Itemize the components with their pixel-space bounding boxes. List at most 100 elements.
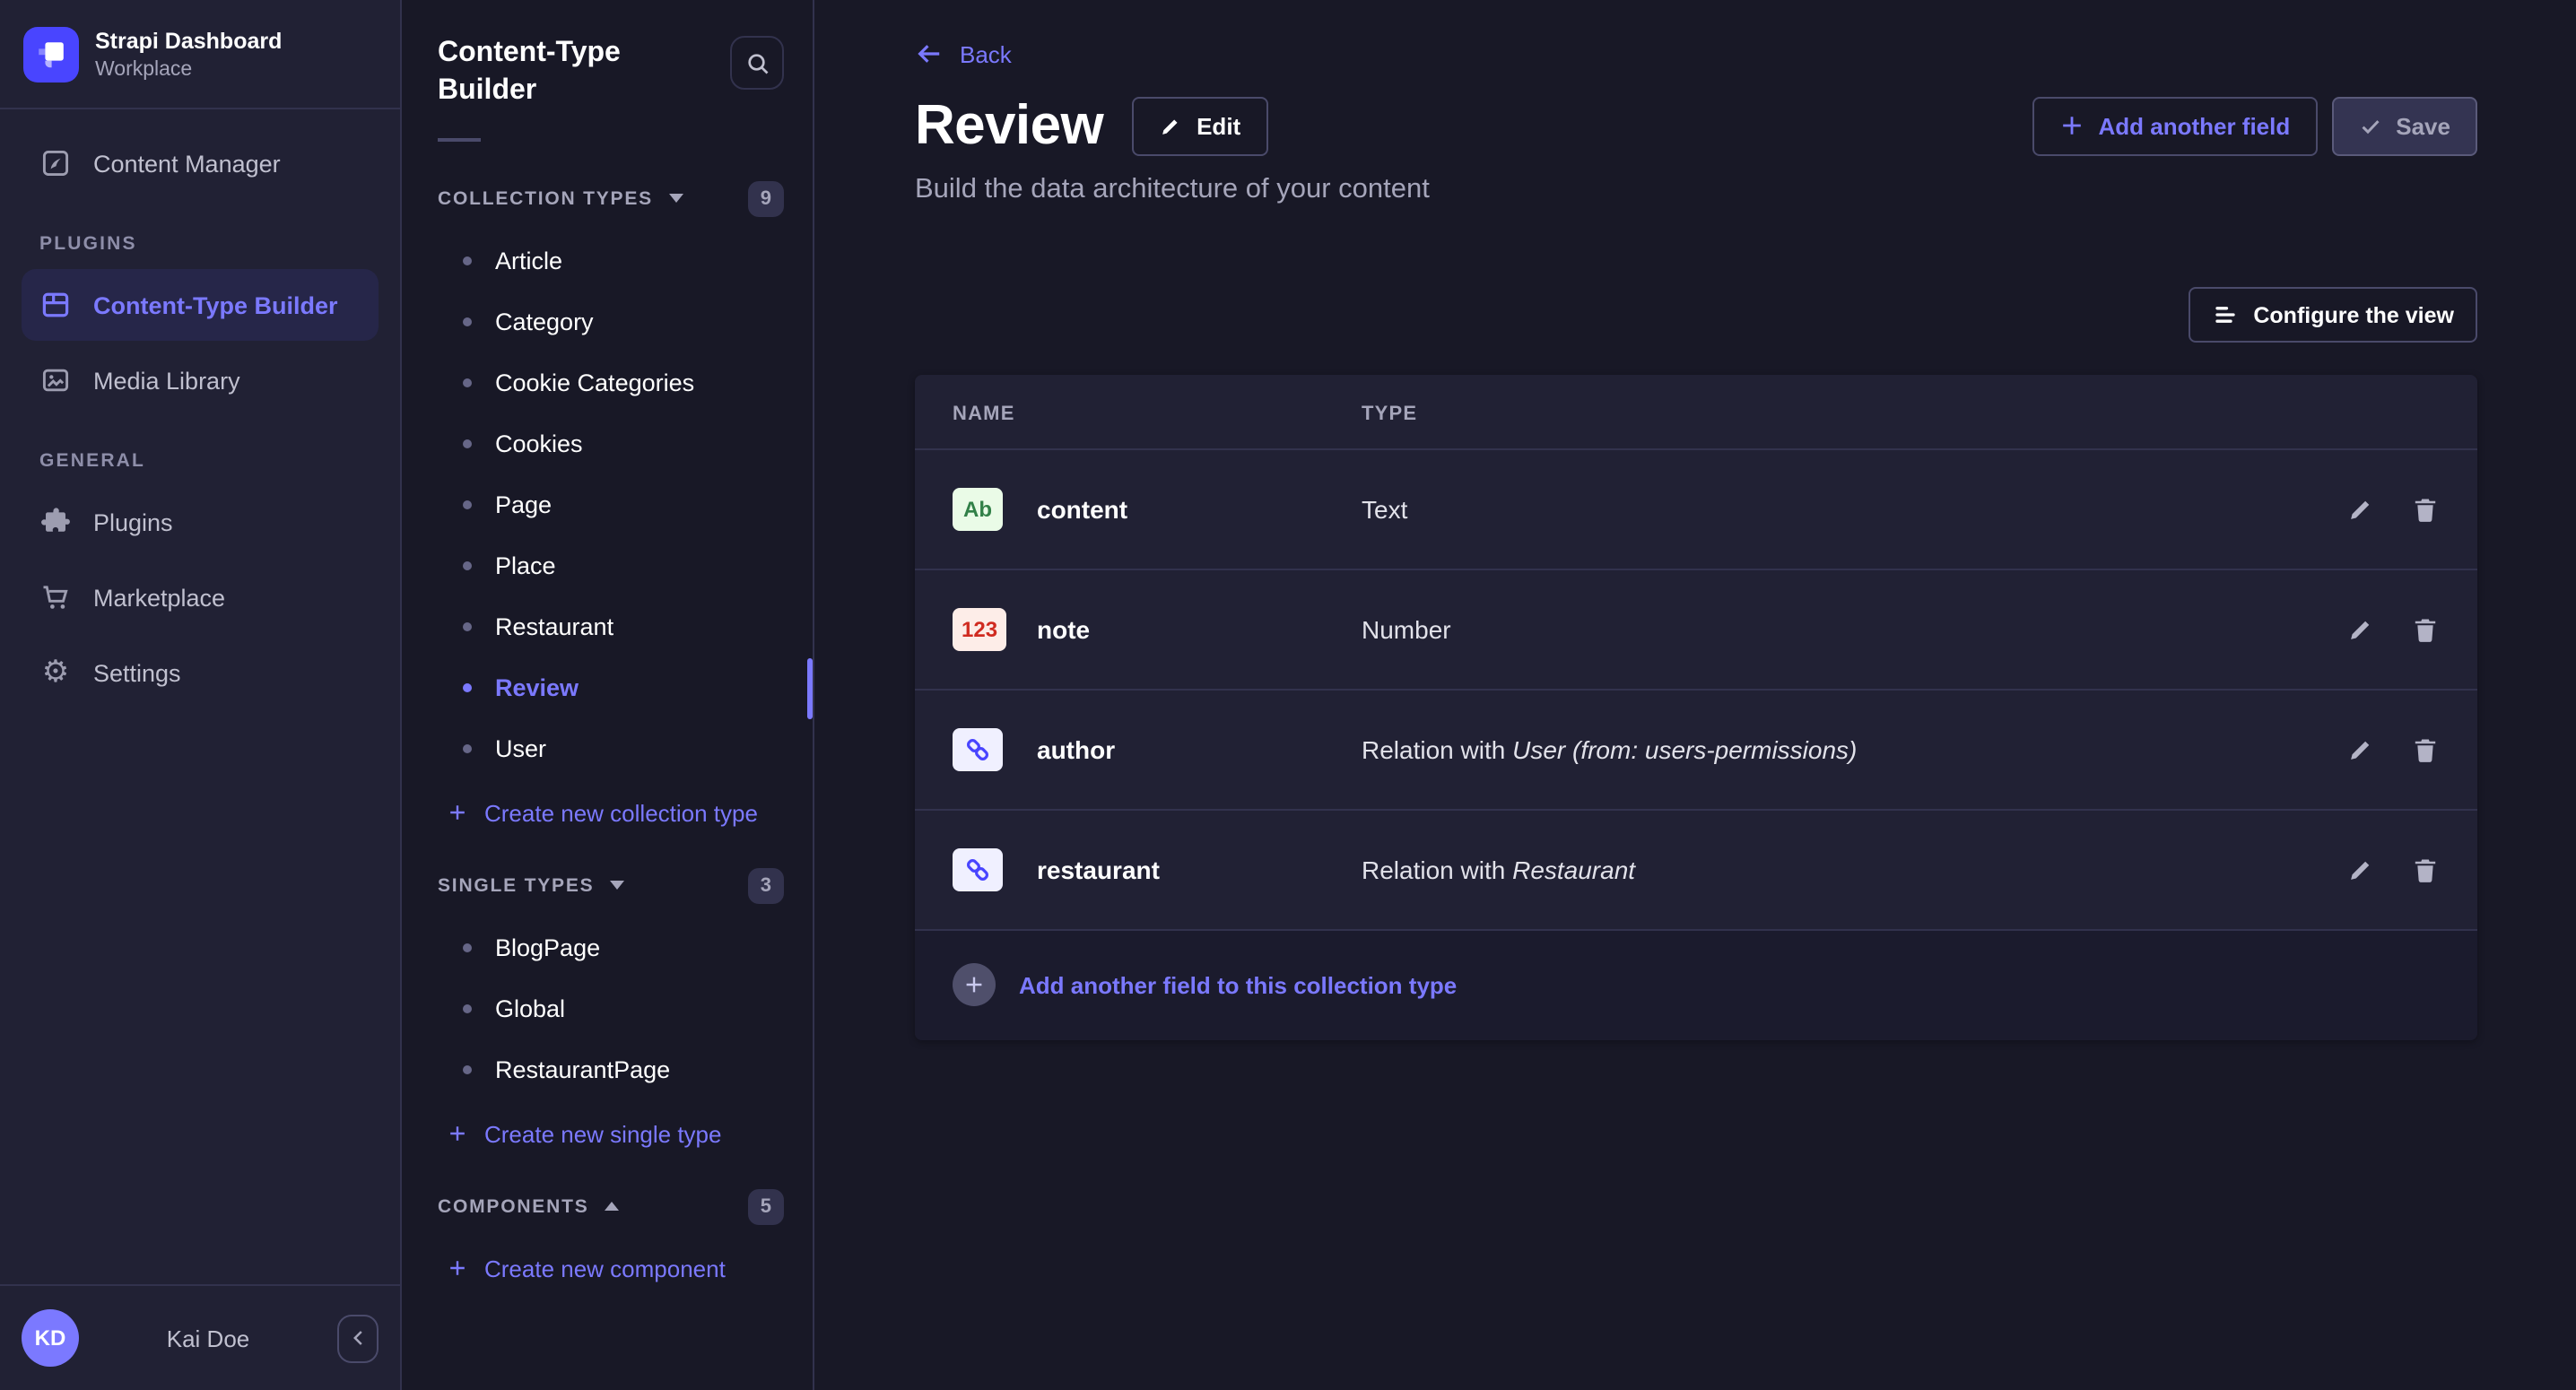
- delete-field-button[interactable]: [2409, 855, 2440, 885]
- create-single-type-link[interactable]: Create new single type: [402, 1100, 722, 1167]
- edit-field-button[interactable]: [2345, 734, 2375, 765]
- collection-type-cookie-categories[interactable]: Cookie Categories: [402, 352, 813, 413]
- table-row: 123 note Number: [915, 570, 2477, 691]
- table-row: author Relation with User (from: users-p…: [915, 691, 2477, 811]
- sidebar-item-label: Plugins: [93, 508, 173, 535]
- sidebar-item-media-library[interactable]: Media Library: [22, 344, 379, 416]
- table-header: NAME TYPE: [915, 375, 2477, 450]
- arrow-left-icon: [915, 39, 944, 68]
- sidebar-item-settings[interactable]: ⚙ Settings: [22, 637, 379, 708]
- chevron-down-icon: [610, 881, 624, 890]
- add-field-footer-label[interactable]: Add another field to this collection typ…: [1019, 971, 1457, 998]
- sidebar-item-label: Content-Type Builder: [93, 291, 338, 318]
- check-icon: [2358, 114, 2381, 137]
- chevron-left-icon: [345, 1325, 370, 1351]
- sidebar-section-plugins: PLUGINS: [22, 203, 379, 269]
- pencil-icon: [2345, 856, 2374, 884]
- field-name: restaurant: [1037, 856, 1362, 884]
- field-type: Number: [1362, 615, 1451, 644]
- add-another-field-button[interactable]: Add another field: [2032, 96, 2317, 155]
- collection-type-restaurant[interactable]: Restaurant: [402, 596, 813, 657]
- pen-square-icon: [39, 147, 72, 179]
- sidebar-item-content-type-builder[interactable]: Content-Type Builder: [22, 269, 379, 341]
- back-link[interactable]: Back: [915, 39, 1012, 68]
- delete-field-button[interactable]: [2409, 734, 2440, 765]
- search-icon: [744, 49, 770, 76]
- collection-type-review[interactable]: Review: [402, 657, 813, 718]
- sidebar-item-marketplace[interactable]: Marketplace: [22, 561, 379, 633]
- edit-field-button[interactable]: [2345, 855, 2375, 885]
- field-type-detail: Restaurant: [1512, 856, 1635, 884]
- delete-field-button[interactable]: [2409, 494, 2440, 525]
- create-collection-type-link[interactable]: Create new collection type: [402, 779, 758, 846]
- add-field-circle-button[interactable]: [953, 963, 996, 1006]
- collection-types-group: COLLECTION TYPES 9 Article Category Cook…: [402, 166, 813, 846]
- column-header-name: NAME: [953, 404, 1362, 425]
- collection-type-cookies[interactable]: Cookies: [402, 413, 813, 474]
- table-row: Ab content Text: [915, 450, 2477, 570]
- collapse-sidebar-button[interactable]: [337, 1314, 379, 1362]
- delete-field-button[interactable]: [2409, 614, 2440, 645]
- single-types-group: SINGLE TYPES 3 BlogPage Global Restauran…: [402, 853, 813, 1167]
- edit-button[interactable]: Edit: [1132, 96, 1267, 155]
- collection-type-place[interactable]: Place: [402, 535, 813, 596]
- search-button[interactable]: [730, 36, 784, 90]
- fields-table: NAME TYPE Ab content Text 123 note Numbe…: [915, 375, 2477, 1040]
- plus-icon: [2058, 113, 2084, 138]
- components-header[interactable]: COMPONENTS 5: [402, 1174, 813, 1235]
- main-sidebar: Strapi Dashboard Workplace Content Manag…: [0, 0, 402, 1390]
- count-badge: 9: [748, 180, 784, 216]
- page-title: Review: [915, 93, 1103, 158]
- strapi-dashboard-app: Strapi Dashboard Workplace Content Manag…: [0, 0, 2576, 1390]
- collection-type-user[interactable]: User: [402, 718, 813, 779]
- single-type-restaurantpage[interactable]: RestaurantPage: [402, 1039, 813, 1100]
- puzzle-icon: [39, 506, 72, 538]
- edit-field-button[interactable]: [2345, 614, 2375, 645]
- field-type-detail: User (from: users-permissions): [1512, 735, 1857, 764]
- content-type-builder-panel: Content-Type Builder COLLECTION TYPES 9 …: [402, 0, 814, 1390]
- sidebar-section-general: GENERAL: [22, 420, 379, 486]
- save-button[interactable]: Save: [2331, 96, 2477, 155]
- layout-grid-icon: [39, 289, 72, 321]
- edit-field-button[interactable]: [2345, 494, 2375, 525]
- table-row: restaurant Relation with Restaurant: [915, 811, 2477, 931]
- sidebar-item-label: Settings: [93, 659, 181, 686]
- single-type-global[interactable]: Global: [402, 978, 813, 1039]
- pencil-icon: [2345, 735, 2374, 764]
- field-type: Text: [1362, 495, 1407, 524]
- collection-type-article[interactable]: Article: [402, 230, 813, 291]
- workspace-name: Workplace: [95, 59, 282, 81]
- single-type-blogpage[interactable]: BlogPage: [402, 917, 813, 978]
- trash-icon: [2410, 735, 2439, 764]
- plus-icon: [447, 802, 468, 823]
- sidebar-footer: KD Kai Doe: [0, 1284, 400, 1390]
- group-label: COLLECTION TYPES: [438, 187, 653, 209]
- sidebar-item-content-manager[interactable]: Content Manager: [22, 127, 379, 199]
- column-header-type: TYPE: [1362, 404, 1417, 425]
- create-component-link[interactable]: Create new component: [402, 1235, 726, 1301]
- app-title: Strapi Dashboard: [95, 29, 282, 56]
- configure-the-view-button[interactable]: Configure the view: [2189, 287, 2477, 343]
- strapi-logo-icon: [23, 27, 79, 83]
- add-field-footer[interactable]: Add another field to this collection typ…: [915, 931, 2477, 1040]
- page-subtitle: Build the data architecture of your cont…: [915, 174, 2477, 206]
- collection-type-page[interactable]: Page: [402, 474, 813, 535]
- trash-icon: [2410, 495, 2439, 524]
- user-avatar[interactable]: KD: [22, 1309, 79, 1367]
- collection-type-category[interactable]: Category: [402, 291, 813, 352]
- plus-icon: [963, 974, 985, 995]
- single-types-header[interactable]: SINGLE TYPES 3: [402, 853, 813, 914]
- plus-icon: [447, 1123, 468, 1144]
- collection-types-header[interactable]: COLLECTION TYPES 9: [402, 166, 813, 227]
- chevron-up-icon: [605, 1202, 620, 1211]
- active-indicator: [807, 657, 813, 718]
- group-label: SINGLE TYPES: [438, 874, 594, 896]
- field-type: Relation with: [1362, 856, 1512, 884]
- pencil-icon: [2345, 615, 2374, 644]
- chevron-down-icon: [669, 194, 683, 203]
- sidebar-item-label: Marketplace: [93, 584, 225, 611]
- gear-icon: ⚙: [39, 656, 72, 689]
- workspace-switcher[interactable]: Strapi Dashboard Workplace: [0, 0, 400, 108]
- panel-title: Content-Type Builder: [438, 36, 671, 110]
- sidebar-item-plugins[interactable]: Plugins: [22, 486, 379, 558]
